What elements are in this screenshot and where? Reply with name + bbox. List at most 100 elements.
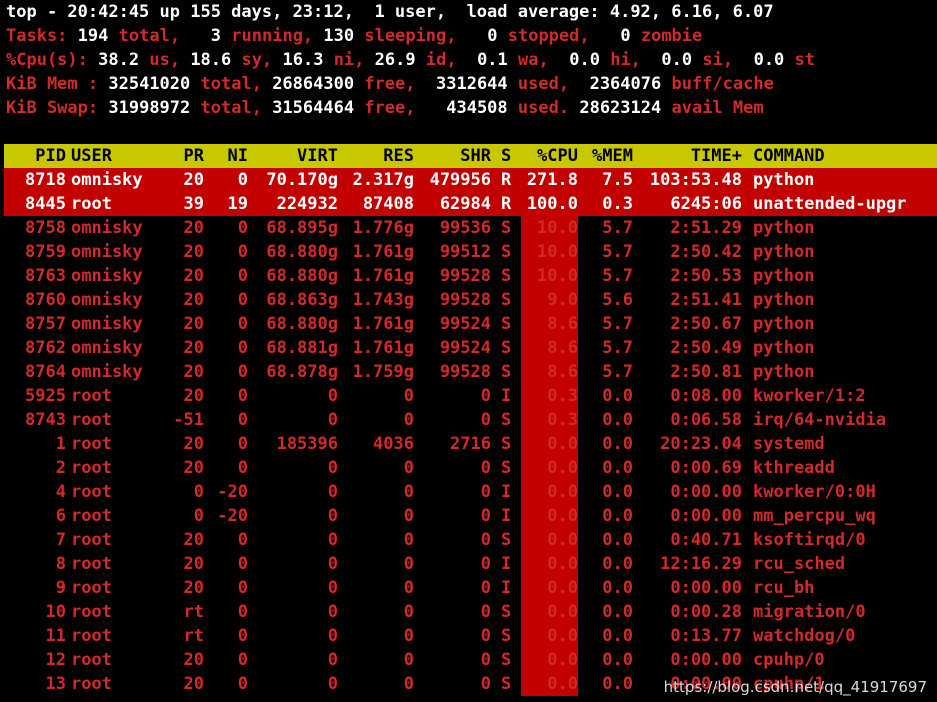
mem-line: KiB Mem : 32541020 total, 26864300 free,… — [6, 72, 774, 96]
cell-virt: 0 — [327, 674, 338, 694]
cell-shr: 99528 — [439, 266, 491, 286]
cpu-hi: 0.0 — [569, 50, 600, 70]
tasks-sleeping-label: sleeping, — [364, 26, 457, 46]
cell-mem: 5.7 — [602, 242, 633, 262]
cell-shr: 0 — [480, 482, 491, 502]
mem-buff-label: buff/cache — [671, 74, 774, 94]
cell-shr: 0 — [480, 674, 491, 694]
cell-virt: 0 — [327, 506, 338, 526]
mem-free-label: free, — [364, 74, 416, 94]
process-row[interactable]: 8758 omnisky 20 0 68.895g 1.776g 99536 S 10.0 5.7… — [4, 216, 937, 240]
process-row[interactable]: 8762 omnisky 20 0 68.881g 1.761g 99524 S 8.6 5.7 2… — [4, 336, 937, 360]
cell-cmd: cpuhp/0 — [753, 650, 825, 670]
cell-s: I — [501, 554, 512, 574]
cell-s: I — [501, 386, 512, 406]
cell-virt: 224932 — [276, 194, 338, 214]
process-row[interactable]: 9 root 20 0 0 0 0 I 0.0 0.0 0:00.00 rcu_bh — [4, 576, 937, 600]
cell-mem: 0.0 — [602, 626, 633, 646]
cell-shr: 0 — [480, 650, 491, 670]
cell-user: root — [71, 194, 112, 214]
cell-cpu: 8.6 — [547, 314, 578, 334]
cell-time: 12:16.29 — [660, 554, 742, 574]
process-table-header[interactable]: PID USER PR NI VIRT RES SHR S %CPU %MEM TIME+ COMMA… — [4, 144, 937, 168]
column-header-shr: SHR — [460, 146, 491, 166]
cell-user: root — [71, 386, 112, 406]
cell-user: root — [71, 602, 112, 622]
cell-user: omnisky — [71, 266, 143, 286]
cell-mem: 0.3 — [602, 194, 633, 214]
cpu-si: 0.0 — [661, 50, 693, 70]
cell-shr: 0 — [480, 554, 491, 574]
cell-shr: 0 — [480, 626, 491, 646]
cpu-us-label: us, — [149, 50, 181, 70]
cell-s: S — [501, 290, 512, 310]
cell-pid: 8763 — [25, 266, 66, 286]
cell-shr: 2716 — [450, 434, 491, 454]
process-row[interactable]: 8445 root 39 19 224932 87408 62984 R 100.0 0.3 624… — [4, 192, 937, 216]
cell-res: 0 — [403, 410, 414, 430]
cell-user: root — [71, 410, 112, 430]
process-row[interactable]: 10 root rt 0 0 0 0 S 0.0 0.0 0:00.28 migration/0 — [4, 600, 937, 624]
cell-user: omnisky — [71, 338, 143, 358]
cell-res: 87408 — [362, 194, 414, 214]
process-row[interactable]: 8763 omnisky 20 0 68.880g 1.761g 99528 S 10.0 5.7… — [4, 264, 937, 288]
tasks-total-label: total, — [118, 26, 181, 46]
cell-time: 2:50.49 — [670, 338, 742, 358]
cpu-st: 0.0 — [753, 50, 785, 70]
cell-mem: 0.0 — [602, 554, 633, 574]
cell-cmd: python — [753, 218, 815, 238]
cell-virt: 68.895g — [266, 218, 338, 238]
swap-free-label: free, — [364, 98, 416, 118]
process-row[interactable]: 4 root 0 -20 0 0 0 I 0.0 0.0 0:00.00 kworker/0:0H — [4, 480, 937, 504]
cell-virt: 68.880g — [266, 266, 338, 286]
process-row[interactable]: 8 root 20 0 0 0 0 I 0.0 0.0 12:16.29 rcu_sched — [4, 552, 937, 576]
cell-cpu: 0.3 — [547, 410, 578, 430]
process-row[interactable]: 8760 omnisky 20 0 68.863g 1.743g 99528 S 9.0 5.6 2… — [4, 288, 937, 312]
column-header-cmd: COMMAND — [753, 146, 825, 166]
swap-free: 31564464 — [272, 98, 355, 118]
mem-label: KiB Mem : — [6, 74, 99, 94]
process-row[interactable]: 1 root 20 0 185396 4036 2716 S 0.0 0.0 20:23.04 sys… — [4, 432, 937, 456]
tasks-stopped: 0 — [487, 26, 498, 46]
cell-mem: 0.0 — [602, 674, 633, 694]
cell-virt: 68.878g — [266, 362, 338, 382]
cell-cpu: 10.0 — [537, 218, 578, 238]
cell-pr: 20 — [183, 242, 204, 262]
cell-cpu: 0.0 — [547, 434, 578, 454]
cell-res: 0 — [403, 602, 414, 622]
cell-mem: 0.0 — [602, 434, 633, 454]
cell-cmd: python — [753, 290, 815, 310]
process-row[interactable]: 5925 root 20 0 0 0 0 I 0.3 0.0 0:08.00 kworker/1:2 — [4, 384, 937, 408]
cpu-line: %Cpu(s): 38.2 us, 18.6 sy, 16.3 ni, 26.9… — [6, 48, 815, 72]
cell-user: root — [71, 626, 112, 646]
cell-time: 0:00.28 — [670, 602, 742, 622]
cell-pid: 2 — [55, 458, 66, 478]
cell-s: S — [501, 362, 512, 382]
cell-ni: -20 — [217, 506, 248, 526]
cell-shr: 0 — [480, 386, 491, 406]
process-row[interactable]: 8743 root -51 0 0 0 0 S 0.3 0.0 0:06.58 irq/64-nvid… — [4, 408, 937, 432]
process-row[interactable]: 6 root 0 -20 0 0 0 I 0.0 0.0 0:00.00 mm_percpu_wq — [4, 504, 937, 528]
tasks-running: 3 — [210, 26, 222, 46]
process-row[interactable]: 2 root 20 0 0 0 0 S 0.0 0.0 0:00.69 kthreadd — [4, 456, 937, 480]
process-row[interactable]: 8757 omnisky 20 0 68.880g 1.761g 99524 S 8.6 5.7 2… — [4, 312, 937, 336]
cell-user: omnisky — [71, 314, 143, 334]
process-row[interactable]: 8718 omnisky 20 0 70.170g 2.317g 479956 R 271.8 7… — [4, 168, 937, 192]
cell-pr: 0 — [193, 506, 204, 526]
cell-cpu: 0.0 — [547, 674, 578, 694]
cell-pr: 20 — [183, 170, 204, 190]
mem-used: 3312644 — [436, 74, 508, 94]
process-row[interactable]: 12 root 20 0 0 0 0 S 0.0 0.0 0:00.00 cpuhp/0 — [4, 648, 937, 672]
process-row[interactable]: 8764 omnisky 20 0 68.878g 1.759g 99528 S 8.6 5.7 2… — [4, 360, 937, 384]
cell-cmd: python — [753, 242, 815, 262]
process-row[interactable]: 7 root 20 0 0 0 0 S 0.0 0.0 0:40.71 ksoftirqd/0 — [4, 528, 937, 552]
cell-time: 2:50.81 — [670, 362, 742, 382]
process-row[interactable]: 8759 omnisky 20 0 68.880g 1.761g 99512 S 10.0 5.7… — [4, 240, 937, 264]
cell-user: omnisky — [71, 290, 143, 310]
process-row[interactable]: 11 root rt 0 0 0 0 S 0.0 0.0 0:13.77 watchdog/0 — [4, 624, 937, 648]
cell-cmd: python — [753, 338, 815, 358]
cell-pid: 8758 — [25, 218, 66, 238]
mem-total-label: total, — [200, 74, 262, 94]
swap-avail: 28623124 — [579, 98, 662, 118]
cell-pid: 11 — [45, 626, 66, 646]
